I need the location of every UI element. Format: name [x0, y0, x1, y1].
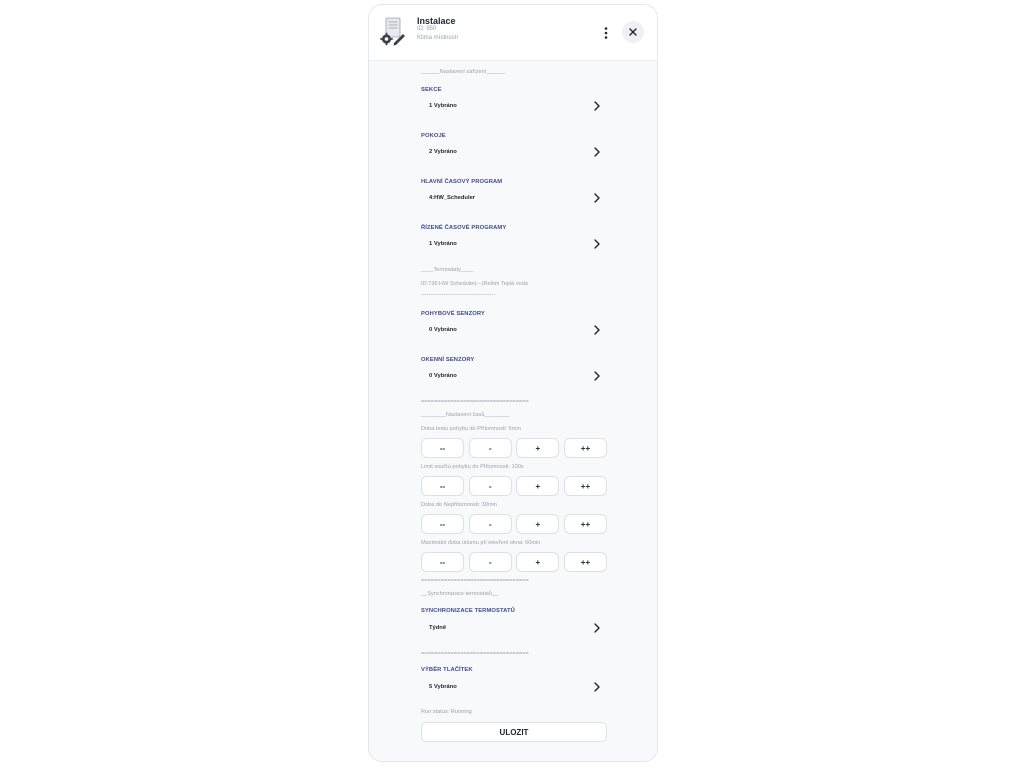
increase-large-button[interactable]: ++ — [563, 476, 607, 496]
installation-panel: Instalace ID: 950 Klima místností ______… — [368, 4, 658, 762]
decrease-large-button[interactable]: -- — [421, 438, 464, 458]
hlavni-program-label: HLAVNÍ ČASOVÝ PROGRAM — [421, 179, 503, 185]
hlavni-program-value: 4:HW_Scheduler — [429, 195, 476, 201]
tlacitka-label: VÝBĚR TLAČÍTEK — [421, 667, 473, 673]
chevron-right-icon — [594, 371, 600, 381]
stepper-label: Doba do Nepřítomnosti: 30min — [421, 502, 497, 508]
pohybove-senzory-label: POHYBOVÉ SENZORY — [421, 311, 485, 317]
hlavni-program-select[interactable]: 4:HW_Scheduler — [421, 189, 601, 207]
sekce-value: 1 Vybráno — [429, 103, 457, 109]
chevron-right-icon — [594, 193, 600, 203]
okenni-senzory-select[interactable]: 0 Vybráno — [421, 367, 601, 385]
divider-dashes: ---------------------------------------- — [421, 292, 496, 298]
pokoje-label: POKOJE — [421, 133, 446, 139]
sync-select[interactable]: Týdně — [421, 619, 601, 637]
stepper-motion-limit: -- - + ++ — [421, 476, 607, 496]
stepper-label: Doba testu pohybu do Přítomnosti: 5min — [421, 426, 521, 432]
save-button[interactable]: ULOZIT — [421, 722, 607, 742]
pohybove-senzory-value: 0 Vybráno — [429, 327, 457, 333]
close-icon — [629, 28, 637, 36]
device-settings-heading: ______Nastavení zařízení______ — [421, 69, 505, 75]
divider-equals: ================================= — [421, 399, 529, 405]
stepper-label: Maximální doba útlumu při otevření okna:… — [421, 540, 541, 546]
okenni-senzory-label: OKENNÍ SENZORY — [421, 357, 475, 363]
rizene-programy-label: ŘÍZENÉ ČASOVÉ PROGRAMY — [421, 225, 507, 231]
rizene-programy-select[interactable]: 1 Vybráno — [421, 235, 601, 253]
increase-large-button[interactable]: ++ — [563, 514, 607, 534]
device-settings-icon — [380, 17, 405, 46]
increase-button[interactable]: + — [516, 552, 560, 572]
decrease-button[interactable]: - — [468, 514, 512, 534]
tlacitka-value: 5 Vybráno — [429, 684, 457, 690]
run-status: Run status: Running — [421, 709, 472, 715]
rizene-programy-value: 1 Vybráno — [429, 241, 457, 247]
chevron-right-icon — [594, 101, 600, 111]
stepper-label: Limit součtu pohybu do Přítomnosti: 100s — [421, 464, 524, 470]
device-room: Klima místností — [417, 35, 459, 41]
chevron-right-icon — [594, 239, 600, 249]
thermostats-heading: ____Termostaty____ — [421, 267, 474, 273]
close-button[interactable] — [622, 21, 644, 43]
pohybove-senzory-select[interactable]: 0 Vybráno — [421, 321, 601, 339]
decrease-large-button[interactable]: -- — [421, 476, 464, 496]
page-title: Instalace — [417, 16, 456, 26]
device-id: ID: 950 — [417, 26, 437, 32]
increase-button[interactable]: + — [516, 476, 560, 496]
time-settings-heading: ________Nastavení časů________ — [421, 412, 510, 418]
sekce-label: SEKCE — [421, 87, 442, 93]
increase-large-button[interactable]: ++ — [563, 552, 607, 572]
sync-label: SYNCHRONIZACE TERMOSTATŮ — [421, 608, 515, 614]
chevron-right-icon — [594, 147, 600, 157]
sync-heading: __Synchronizace termostatů__ — [421, 591, 499, 597]
decrease-large-button[interactable]: -- — [421, 552, 464, 572]
okenni-senzory-value: 0 Vybráno — [429, 373, 457, 379]
increase-button[interactable]: + — [516, 514, 560, 534]
increase-large-button[interactable]: ++ — [563, 438, 607, 458]
chevron-right-icon — [594, 325, 600, 335]
thermostat-entry: ID:736:HW Scheduler|---|Režim Teplá voda — [421, 281, 528, 287]
sync-value: Týdně — [429, 625, 447, 631]
chevron-right-icon — [594, 623, 600, 633]
pokoje-value: 2 Vybráno — [429, 149, 457, 155]
decrease-button[interactable]: - — [468, 552, 512, 572]
tlacitka-select[interactable]: 5 Vybráno — [421, 678, 601, 696]
chevron-right-icon — [594, 682, 600, 692]
divider-equals: ================================= — [421, 578, 529, 584]
decrease-button[interactable]: - — [468, 438, 512, 458]
panel-header: Instalace ID: 950 Klima místností — [369, 5, 657, 61]
stepper-window-setback: -- - + ++ — [421, 552, 607, 572]
pokoje-select[interactable]: 2 Vybráno — [421, 143, 601, 161]
stepper-absence: -- - + ++ — [421, 514, 607, 534]
increase-button[interactable]: + — [516, 438, 560, 458]
decrease-button[interactable]: - — [468, 476, 512, 496]
stepper-motion-test: -- - + ++ — [421, 438, 607, 458]
decrease-large-button[interactable]: -- — [421, 514, 464, 534]
sekce-select[interactable]: 1 Vybráno — [421, 97, 601, 115]
kebab-menu-icon[interactable] — [599, 25, 613, 41]
divider-equals: ================================= — [421, 651, 529, 657]
